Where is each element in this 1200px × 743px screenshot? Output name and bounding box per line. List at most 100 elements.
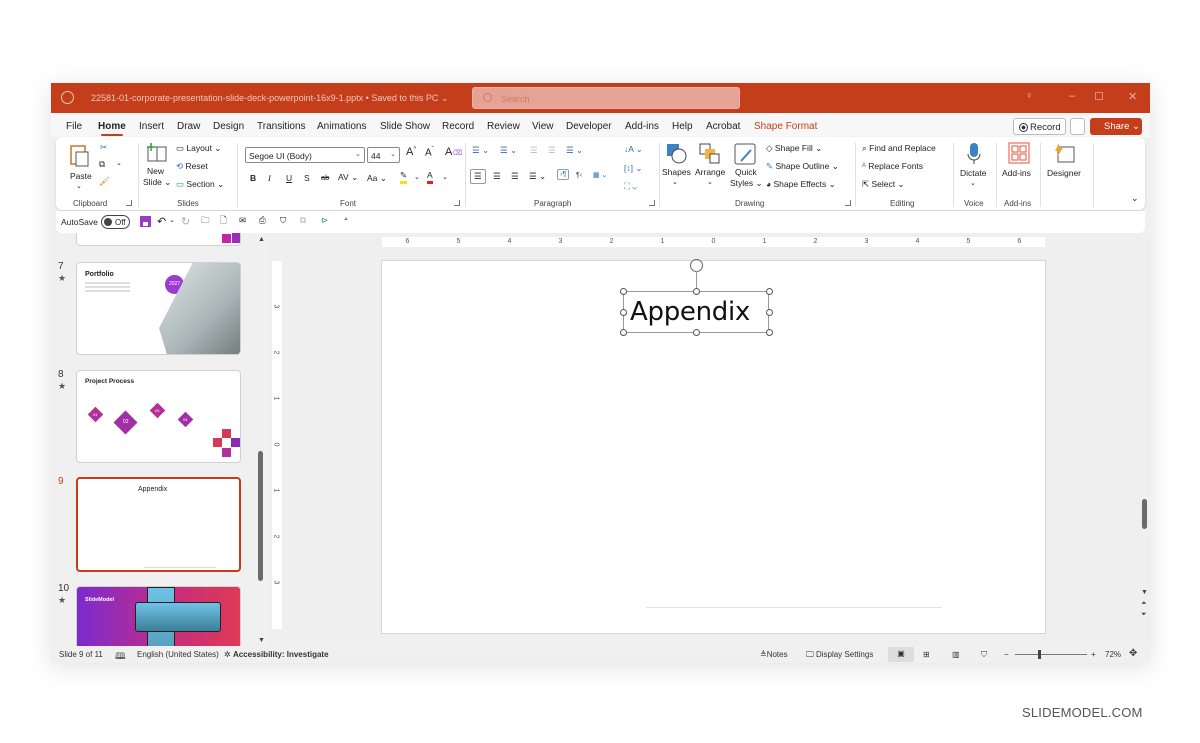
paste-label[interactable]: Paste [70,171,92,181]
new-slide-label-2[interactable]: Slide ⌄ [143,177,171,188]
scroll-down-icon[interactable]: ▼ [1141,589,1148,596]
paragraph-launcher-icon[interactable] [649,200,655,206]
find-replace-button[interactable]: ⌕ Find and Replace [862,143,936,154]
slideshow-icon[interactable]: ⊳ [321,215,328,226]
reset-button[interactable]: ⟲ Reset [176,161,208,172]
designer-icon[interactable] [1052,142,1076,164]
record-button[interactable]: Record [1013,118,1066,135]
document-title[interactable]: 22581-01-corporate-presentation-slide-de… [91,93,448,104]
designer-label[interactable]: Designer [1047,168,1081,178]
clipboard-launcher-icon[interactable] [126,200,132,206]
display-settings-button[interactable]: 🖵 Display Settings [806,650,873,660]
scrollbar-thumb[interactable] [258,451,263,581]
resize-handle[interactable] [620,309,627,316]
new-file-icon[interactable]: 🗋 [220,215,227,229]
increase-indent-icon[interactable]: ☰ [548,145,556,156]
shapes-icon[interactable] [666,143,688,165]
shapes-dropdown[interactable]: ⌄ [672,178,678,186]
resize-handle[interactable] [693,288,700,295]
shape-fill-button[interactable]: ◇ Shape Fill ⌄ [766,143,822,154]
slide-thumbnail-10[interactable]: SlideModel [76,586,241,649]
tab-help[interactable]: Help [672,121,693,132]
resize-handle[interactable] [766,309,773,316]
drawing-launcher-icon[interactable] [845,200,851,206]
dictate-dropdown[interactable]: ⌄ [970,179,976,187]
slideshow-view-button[interactable]: ⛉ [981,650,987,660]
maximize-button[interactable]: ☐ [1094,90,1104,103]
spell-check-icon[interactable]: 🕮 [115,649,126,663]
tab-insert[interactable]: Insert [139,121,164,132]
paste-icon[interactable] [69,143,91,167]
format-painter-icon[interactable]: 🖌 [99,176,110,187]
fit-to-window-icon[interactable]: ✥ [1129,648,1137,659]
italic-button[interactable]: I [268,173,271,183]
undo-dropdown[interactable]: ⌄ [169,216,175,224]
highlight-color-icon[interactable]: ✎ [400,170,408,184]
undo-icon[interactable]: ↶ [157,215,166,228]
scroll-up-icon[interactable]: ▲ [258,236,265,243]
collapse-ribbon-icon[interactable]: ⌄ [1131,193,1139,204]
tab-transitions[interactable]: Transitions [257,121,306,132]
resize-handle[interactable] [766,288,773,295]
previous-slide-icon[interactable]: ⏶ [1141,600,1147,608]
language-indicator[interactable]: English (United States) [137,650,219,659]
zoom-slider[interactable] [1015,650,1087,659]
align-center-icon[interactable]: ☰ [493,171,501,182]
zoom-level[interactable]: 72% [1105,650,1121,659]
minimize-button[interactable]: – [1069,90,1075,102]
convert-to-smartart-icon[interactable]: ⛶ ⌄ [624,181,637,192]
paste-dropdown[interactable]: ⌄ [76,182,82,190]
accessibility-button[interactable]: ✲ Accessibility: Investigate [224,650,329,659]
align-text-icon[interactable]: [↕] ⌄ [624,163,642,174]
clear-formatting-icon[interactable]: A⌫ [445,146,462,158]
resize-handle[interactable] [766,329,773,336]
redo-icon[interactable]: ↻ [181,215,190,228]
quick-styles-label-2[interactable]: Styles ⌄ [730,178,763,189]
quick-print-icon[interactable]: ⎙ [259,215,266,226]
highlight-dropdown[interactable]: ⌄ [414,173,420,181]
lightbulb-icon[interactable]: ♀ [1025,90,1033,102]
character-spacing-button[interactable]: AV ⌄ [338,172,358,183]
next-slide-icon[interactable]: ⏷ [1141,611,1147,619]
text-shadow-button[interactable]: S [304,173,310,183]
tab-design[interactable]: Design [213,121,244,132]
slide-title[interactable]: Appendix [630,297,750,327]
add-ins-label[interactable]: Add-ins [1002,168,1031,178]
slide-thumbnail-7[interactable]: Portfolio 2027 [76,262,241,355]
tab-developer[interactable]: Developer [566,121,612,132]
normal-view-button[interactable]: ▣ [888,647,914,662]
tab-view[interactable]: View [532,121,554,132]
tab-slide-show[interactable]: Slide Show [380,121,430,132]
zoom-out-button[interactable]: − [1004,650,1009,659]
tab-file[interactable]: File [66,121,82,132]
tab-shape-format[interactable]: Shape Format [754,121,817,132]
tab-animations[interactable]: Animations [317,121,366,132]
shapes-label[interactable]: Shapes [662,167,691,177]
slide-sorter-button[interactable]: ⊞ [923,650,930,659]
zoom-slider-thumb[interactable] [1038,650,1041,659]
customize-qat-icon[interactable]: ⩡ [344,216,348,224]
cut-icon[interactable]: ✂ [100,142,107,153]
shape-effects-button[interactable]: ◕ Shape Effects ⌄ [766,179,836,190]
align-right-icon[interactable]: ☰ [511,171,519,182]
present-from-beginning-icon[interactable]: ⛉ [280,215,286,226]
resize-handle[interactable] [693,329,700,336]
font-family-select[interactable]: Segoe UI (Body) ⌄ [245,147,365,163]
tab-add-ins[interactable]: Add-ins [625,121,659,132]
copy-dropdown[interactable]: ⌄ [116,159,122,167]
notes-button[interactable]: ≜Notes [760,650,788,659]
microphone-icon[interactable] [966,142,982,166]
change-case-button[interactable]: Aa ⌄ [367,173,387,184]
copy-icon[interactable]: ⧉ [99,159,105,170]
arrange-label[interactable]: Arrange [695,167,725,177]
new-slide-icon[interactable] [146,143,168,163]
increase-font-size-icon[interactable]: A^ [406,146,416,158]
resize-handle[interactable] [620,329,627,336]
search-box[interactable]: Search [472,87,740,109]
scrollbar-thumb[interactable] [1142,499,1147,529]
open-icon[interactable]: 🗀 [201,215,210,229]
bullets-icon[interactable]: ☰ ⌄ [472,145,489,156]
save-icon[interactable] [140,216,151,227]
slide-thumbnail-6[interactable] [76,233,241,246]
decrease-font-size-icon[interactable]: Aˇ [425,147,434,158]
